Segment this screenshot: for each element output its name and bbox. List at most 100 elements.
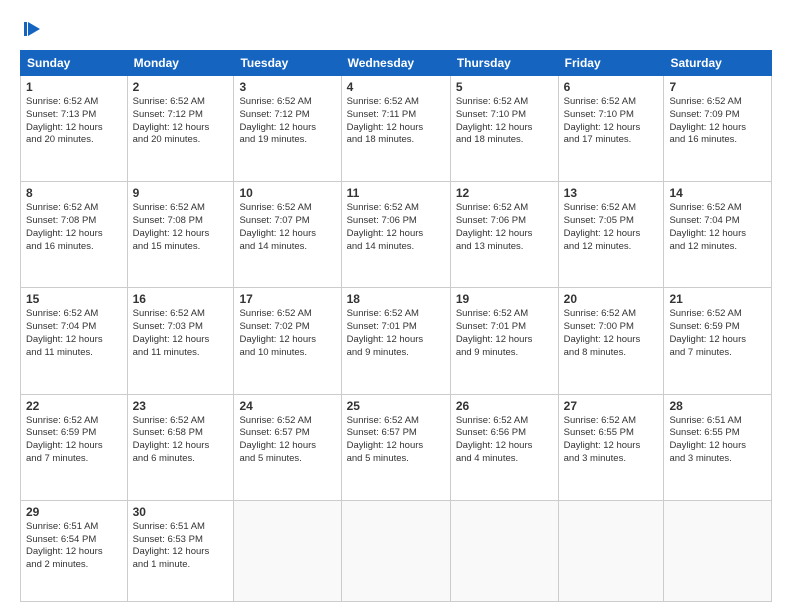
day-number: 28 (669, 399, 766, 413)
day-info: Sunrise: 6:52 AM Sunset: 6:59 PM Dayligh… (26, 415, 122, 466)
day-number: 15 (26, 292, 122, 306)
calendar-week-row: 1 Sunrise: 6:52 AM Sunset: 7:13 PM Daylig… (21, 76, 772, 182)
day-info: Sunrise: 6:52 AM Sunset: 6:55 PM Dayligh… (564, 415, 659, 466)
day-info: Sunrise: 6:51 AM Sunset: 6:53 PM Dayligh… (133, 521, 229, 572)
day-number: 17 (239, 292, 335, 306)
day-info: Sunrise: 6:52 AM Sunset: 7:11 PM Dayligh… (347, 96, 445, 147)
calendar-cell: 29 Sunrise: 6:51 AM Sunset: 6:54 PM Dayli… (21, 500, 128, 601)
calendar-cell: 14 Sunrise: 6:52 AM Sunset: 7:04 PM Dayli… (664, 182, 772, 288)
day-number: 16 (133, 292, 229, 306)
day-info: Sunrise: 6:52 AM Sunset: 6:59 PM Dayligh… (669, 308, 766, 359)
day-info: Sunrise: 6:52 AM Sunset: 6:57 PM Dayligh… (239, 415, 335, 466)
day-info: Sunrise: 6:52 AM Sunset: 7:06 PM Dayligh… (456, 202, 553, 253)
day-number: 5 (456, 80, 553, 94)
day-number: 14 (669, 186, 766, 200)
calendar-cell: 15Sunrise: 6:52 AM Sunset: 7:04 PM Dayli… (21, 288, 128, 394)
calendar-cell (341, 500, 450, 601)
weekday-friday: Friday (558, 51, 664, 76)
weekday-wednesday: Wednesday (341, 51, 450, 76)
day-number: 26 (456, 399, 553, 413)
day-number: 4 (347, 80, 445, 94)
day-info: Sunrise: 6:52 AM Sunset: 6:57 PM Dayligh… (347, 415, 445, 466)
day-number: 24 (239, 399, 335, 413)
header (20, 18, 772, 40)
calendar-cell: 8 Sunrise: 6:52 AM Sunset: 7:08 PM Daylig… (21, 182, 128, 288)
weekday-sunday: Sunday (21, 51, 128, 76)
calendar-cell: 20 Sunrise: 6:52 AM Sunset: 7:00 PM Dayli… (558, 288, 664, 394)
logo-icon (22, 18, 44, 40)
day-info: Sunrise: 6:52 AM Sunset: 7:08 PM Dayligh… (26, 202, 122, 253)
logo (20, 18, 44, 40)
calendar-cell: 3Sunrise: 6:52 AM Sunset: 7:12 PM Daylig… (234, 76, 341, 182)
calendar-cell: 7Sunrise: 6:52 AM Sunset: 7:09 PM Daylig… (664, 76, 772, 182)
day-info: Sunrise: 6:51 AM Sunset: 6:54 PM Dayligh… (26, 521, 122, 572)
day-number: 29 (26, 505, 122, 519)
day-info: Sunrise: 6:52 AM Sunset: 7:12 PM Dayligh… (133, 96, 229, 147)
calendar-cell: 2 Sunrise: 6:52 AM Sunset: 7:12 PM Daylig… (127, 76, 234, 182)
calendar-cell: 4 Sunrise: 6:52 AM Sunset: 7:11 PM Daylig… (341, 76, 450, 182)
calendar-body: 1 Sunrise: 6:52 AM Sunset: 7:13 PM Daylig… (21, 76, 772, 602)
day-number: 10 (239, 186, 335, 200)
calendar-cell: 17 Sunrise: 6:52 AM Sunset: 7:02 PM Dayli… (234, 288, 341, 394)
page: SundayMondayTuesdayWednesdayThursdayFrid… (0, 0, 792, 612)
day-number: 6 (564, 80, 659, 94)
calendar-cell: 19 Sunrise: 6:52 AM Sunset: 7:01 PM Dayli… (450, 288, 558, 394)
day-info: Sunrise: 6:52 AM Sunset: 7:10 PM Dayligh… (456, 96, 553, 147)
day-info: Sunrise: 6:52 AM Sunset: 6:58 PM Dayligh… (133, 415, 229, 466)
day-info: Sunrise: 6:52 AM Sunset: 7:10 PM Dayligh… (564, 96, 659, 147)
calendar-cell (450, 500, 558, 601)
day-info: Sunrise: 6:52 AM Sunset: 7:00 PM Dayligh… (564, 308, 659, 359)
day-info: Sunrise: 6:52 AM Sunset: 7:04 PM Dayligh… (669, 202, 766, 253)
day-info: Sunrise: 6:52 AM Sunset: 7:03 PM Dayligh… (133, 308, 229, 359)
day-info: Sunrise: 6:52 AM Sunset: 7:08 PM Dayligh… (133, 202, 229, 253)
calendar-cell: 6 Sunrise: 6:52 AM Sunset: 7:10 PM Daylig… (558, 76, 664, 182)
calendar-week-row: 15Sunrise: 6:52 AM Sunset: 7:04 PM Dayli… (21, 288, 772, 394)
day-number: 22 (26, 399, 122, 413)
day-number: 25 (347, 399, 445, 413)
day-number: 21 (669, 292, 766, 306)
day-info: Sunrise: 6:51 AM Sunset: 6:55 PM Dayligh… (669, 415, 766, 466)
day-number: 19 (456, 292, 553, 306)
calendar-cell: 16 Sunrise: 6:52 AM Sunset: 7:03 PM Dayli… (127, 288, 234, 394)
calendar-cell: 25 Sunrise: 6:52 AM Sunset: 6:57 PM Dayli… (341, 394, 450, 500)
calendar-cell: 18Sunrise: 6:52 AM Sunset: 7:01 PM Dayli… (341, 288, 450, 394)
day-number: 30 (133, 505, 229, 519)
weekday-tuesday: Tuesday (234, 51, 341, 76)
day-number: 1 (26, 80, 122, 94)
calendar-week-row: 8 Sunrise: 6:52 AM Sunset: 7:08 PM Daylig… (21, 182, 772, 288)
day-number: 20 (564, 292, 659, 306)
calendar-cell: 5 Sunrise: 6:52 AM Sunset: 7:10 PM Daylig… (450, 76, 558, 182)
day-number: 23 (133, 399, 229, 413)
day-number: 2 (133, 80, 229, 94)
day-info: Sunrise: 6:52 AM Sunset: 7:02 PM Dayligh… (239, 308, 335, 359)
day-info: Sunrise: 6:52 AM Sunset: 7:13 PM Dayligh… (26, 96, 122, 147)
day-info: Sunrise: 6:52 AM Sunset: 7:05 PM Dayligh… (564, 202, 659, 253)
calendar-cell (234, 500, 341, 601)
calendar-table: SundayMondayTuesdayWednesdayThursdayFrid… (20, 50, 772, 602)
day-number: 13 (564, 186, 659, 200)
day-number: 8 (26, 186, 122, 200)
calendar-cell: 28 Sunrise: 6:51 AM Sunset: 6:55 PM Dayli… (664, 394, 772, 500)
calendar-cell: 11 Sunrise: 6:52 AM Sunset: 7:06 PM Dayli… (341, 182, 450, 288)
day-number: 9 (133, 186, 229, 200)
calendar-cell: 22 Sunrise: 6:52 AM Sunset: 6:59 PM Dayli… (21, 394, 128, 500)
weekday-thursday: Thursday (450, 51, 558, 76)
calendar-cell: 12 Sunrise: 6:52 AM Sunset: 7:06 PM Dayli… (450, 182, 558, 288)
weekday-header-row: SundayMondayTuesdayWednesdayThursdayFrid… (21, 51, 772, 76)
calendar-cell (558, 500, 664, 601)
calendar-cell: 21 Sunrise: 6:52 AM Sunset: 6:59 PM Dayli… (664, 288, 772, 394)
day-number: 11 (347, 186, 445, 200)
calendar-cell: 1 Sunrise: 6:52 AM Sunset: 7:13 PM Daylig… (21, 76, 128, 182)
calendar-cell: 24 Sunrise: 6:52 AM Sunset: 6:57 PM Dayli… (234, 394, 341, 500)
day-info: Sunrise: 6:52 AM Sunset: 7:01 PM Dayligh… (456, 308, 553, 359)
day-number: 12 (456, 186, 553, 200)
day-info: Sunrise: 6:52 AM Sunset: 7:06 PM Dayligh… (347, 202, 445, 253)
day-info: Sunrise: 6:52 AM Sunset: 7:09 PM Dayligh… (669, 96, 766, 147)
calendar-week-row: 22 Sunrise: 6:52 AM Sunset: 6:59 PM Dayli… (21, 394, 772, 500)
weekday-monday: Monday (127, 51, 234, 76)
calendar-cell: 23 Sunrise: 6:52 AM Sunset: 6:58 PM Dayli… (127, 394, 234, 500)
calendar-cell (664, 500, 772, 601)
day-number: 3 (239, 80, 335, 94)
day-info: Sunrise: 6:52 AM Sunset: 7:01 PM Dayligh… (347, 308, 445, 359)
calendar-cell: 9 Sunrise: 6:52 AM Sunset: 7:08 PM Daylig… (127, 182, 234, 288)
